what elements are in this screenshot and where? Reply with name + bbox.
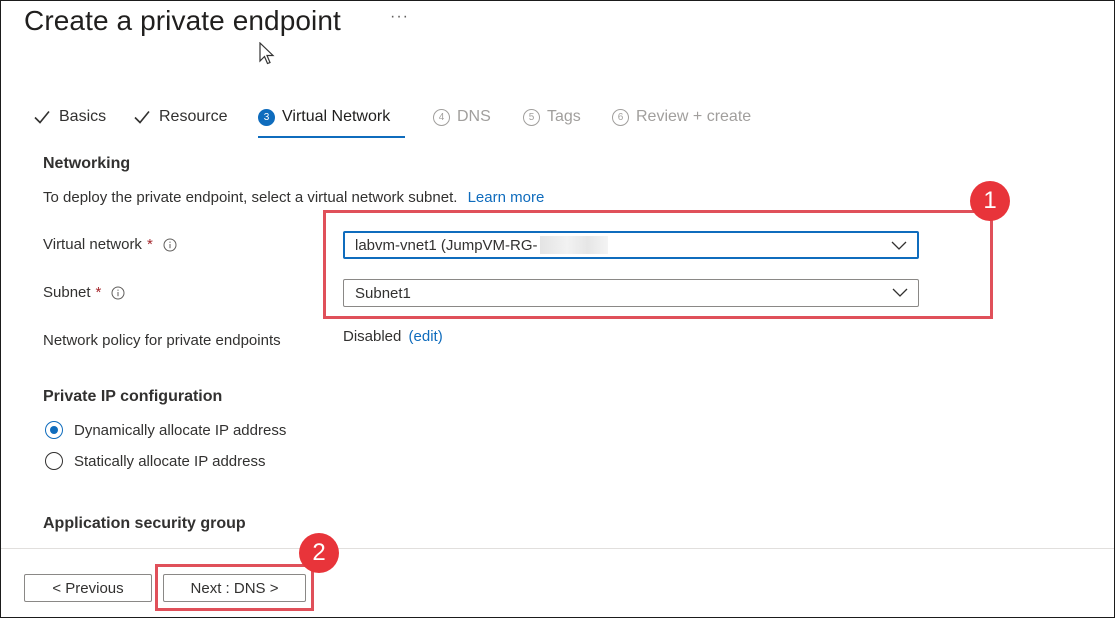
mouse-pointer-icon <box>259 42 275 65</box>
subnet-label: Subnet * <box>43 284 125 301</box>
footer-divider <box>1 548 1114 549</box>
radio-label: Statically allocate IP address <box>74 452 266 470</box>
tab-resource[interactable]: Resource <box>133 104 227 130</box>
required-marker: * <box>146 236 153 253</box>
highlight-box-2 <box>155 564 314 611</box>
step-number-badge: 6 <box>612 108 629 126</box>
tab-label: Resource <box>159 108 228 125</box>
virtual-network-label: Virtual network * <box>43 236 177 253</box>
step-number-badge: 5 <box>523 108 540 126</box>
step-number-badge: 4 <box>433 108 450 126</box>
tab-label: DNS <box>457 108 491 125</box>
more-options-button[interactable]: ··· <box>390 8 409 26</box>
tab-dns[interactable]: 4 DNS <box>433 104 491 130</box>
tab-review-create[interactable]: 6 Review + create <box>612 104 751 130</box>
radio-dynamic-ip[interactable]: Dynamically allocate IP address <box>45 421 286 439</box>
tab-label: Review + create <box>636 108 752 125</box>
network-policy-label: Network policy for private endpoints <box>43 332 281 349</box>
tab-label: Virtual Network <box>282 108 391 125</box>
networking-heading: Networking <box>43 155 131 172</box>
description-text: To deploy the private endpoint, select a… <box>43 189 458 206</box>
step-number-badge: 3 <box>258 108 275 126</box>
tab-basics[interactable]: Basics <box>33 104 106 130</box>
networking-description: To deploy the private endpoint, select a… <box>43 189 544 206</box>
step-badge-2: 2 <box>299 533 339 573</box>
required-marker: * <box>95 284 102 301</box>
network-policy-value: Disabled (edit) <box>343 328 443 345</box>
label-text: Virtual network <box>43 236 142 253</box>
edit-policy-link[interactable]: (edit) <box>409 328 443 345</box>
tab-label: Basics <box>59 108 107 125</box>
tab-label: Tags <box>547 108 581 125</box>
label-text: Subnet <box>43 284 91 301</box>
radio-static-ip[interactable]: Statically allocate IP address <box>45 452 266 470</box>
private-ip-heading: Private IP configuration <box>43 388 223 405</box>
asg-heading: Application security group <box>43 515 246 532</box>
checkmark-icon <box>134 110 150 124</box>
info-icon[interactable] <box>111 286 125 300</box>
radio-label: Dynamically allocate IP address <box>74 421 287 439</box>
tab-virtual-network[interactable]: 3 Virtual Network <box>258 104 390 130</box>
radio-button[interactable] <box>45 452 63 470</box>
active-tab-indicator <box>258 136 405 138</box>
checkmark-icon <box>34 110 50 124</box>
page-title: Create a private endpoint <box>24 5 341 36</box>
tab-tags[interactable]: 5 Tags <box>523 104 581 130</box>
info-icon[interactable] <box>163 238 177 252</box>
radio-button-checked[interactable] <box>45 421 63 439</box>
highlight-box-1 <box>323 210 993 319</box>
policy-status: Disabled <box>343 328 402 345</box>
step-badge-1: 1 <box>970 181 1010 221</box>
previous-button[interactable]: < Previous <box>24 574 152 602</box>
learn-more-link[interactable]: Learn more <box>468 189 545 206</box>
